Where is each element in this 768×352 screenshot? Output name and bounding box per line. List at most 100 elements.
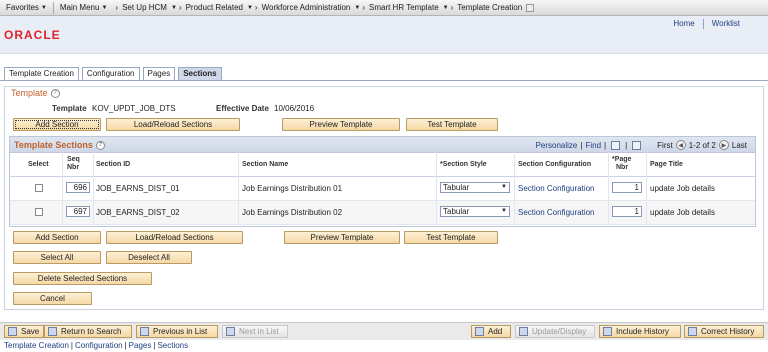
- previous-in-list-label: Previous in List: [153, 327, 208, 336]
- breadcrumb-template-creation[interactable]: Template Creation: [455, 3, 524, 12]
- main-menu[interactable]: Main Menu ▼: [54, 3, 114, 12]
- page-nbr-input[interactable]: 1: [612, 206, 642, 217]
- update-icon: [519, 327, 528, 336]
- last-label[interactable]: Last: [732, 141, 747, 150]
- return-to-search-label: Return to Search: [61, 327, 122, 336]
- save-icon: [8, 327, 17, 336]
- col-select: Select: [28, 161, 49, 168]
- correct-history-label: Correct History: [701, 327, 755, 336]
- find-link[interactable]: Find: [585, 141, 601, 150]
- add-section-button-top[interactable]: Add Section: [13, 118, 101, 131]
- breadcrumb-setup-hcm[interactable]: Set Up HCM: [120, 3, 169, 12]
- favorites-menu[interactable]: Favorites ▼: [0, 3, 53, 12]
- add-button[interactable]: Add: [471, 325, 511, 338]
- help-icon[interactable]: ?: [95, 140, 105, 150]
- chevron-down-icon: ▼: [501, 184, 507, 190]
- effective-date-label: Effective Date: [216, 104, 269, 113]
- col-page: *Page: [612, 156, 632, 163]
- new-window-icon[interactable]: [526, 3, 535, 12]
- save-button[interactable]: Save: [4, 325, 45, 338]
- previous-icon: [140, 327, 149, 336]
- page-nbr-input[interactable]: 1: [612, 182, 642, 193]
- column-divider: [93, 152, 94, 225]
- footer-links: Template Creation | Configuration | Pages | Se…: [4, 341, 188, 350]
- tab-template-creation[interactable]: Template Creation: [4, 67, 79, 80]
- worklist-link[interactable]: Worklist: [704, 19, 748, 29]
- row-select-checkbox[interactable]: [35, 208, 43, 216]
- col-section-style: *Section Style: [440, 161, 487, 168]
- history-icon: [603, 327, 612, 336]
- personalize-link[interactable]: Personalize: [536, 141, 578, 150]
- next-in-list-label: Next in List: [239, 327, 279, 336]
- chevron-down-icon: ▼: [101, 4, 108, 11]
- cancel-button[interactable]: Cancel: [13, 292, 92, 305]
- template-label: Template: [52, 104, 87, 113]
- help-icon[interactable]: ?: [50, 88, 60, 98]
- tab-pages[interactable]: Pages: [142, 67, 176, 80]
- col-section-id: Section ID: [96, 161, 131, 168]
- breadcrumb-product-related[interactable]: Product Related: [184, 3, 245, 12]
- return-to-search-button[interactable]: Return to Search: [44, 325, 132, 338]
- template-group-title: Template ?: [11, 88, 60, 98]
- footer-link-sections[interactable]: Sections: [157, 341, 188, 350]
- grid-navigation: Personalize | Find | | First ◀ 1-2 of 2 …: [536, 140, 747, 150]
- chevron-down-icon: ▼: [354, 4, 361, 11]
- tab-configuration[interactable]: Configuration: [81, 67, 140, 80]
- deselect-all-button[interactable]: Deselect All: [106, 251, 192, 264]
- favorites-label: Favorites: [6, 3, 39, 12]
- header-links: Home Worklist: [665, 19, 748, 29]
- breadcrumb-workforce-admin[interactable]: Workforce Administration: [260, 3, 353, 12]
- footer-link-pages[interactable]: Pages: [129, 341, 152, 350]
- next-in-list-button[interactable]: Next in List: [222, 325, 288, 338]
- load-reload-sections-button-bottom[interactable]: Load/Reload Sections: [106, 231, 243, 244]
- preview-template-button-top[interactable]: Preview Template: [282, 118, 400, 131]
- footer-link-configuration[interactable]: Configuration: [75, 341, 123, 350]
- correct-history-icon: [688, 327, 697, 336]
- select-all-button[interactable]: Select All: [13, 251, 101, 264]
- next-arrow-icon[interactable]: ▶: [718, 140, 729, 150]
- breadcrumb-smart-hr-template[interactable]: Smart HR Template: [367, 3, 441, 12]
- separator: |: [625, 140, 628, 150]
- grid-title: Template Sections ?: [14, 140, 105, 150]
- tab-sections[interactable]: Sections: [178, 67, 222, 80]
- include-history-button[interactable]: Include History: [599, 325, 681, 338]
- tab-underline: [0, 80, 768, 81]
- main-menu-label: Main Menu: [59, 3, 100, 12]
- separator: |: [153, 341, 156, 350]
- grid-header-bar: Template Sections ? Personalize | Find |…: [10, 137, 755, 153]
- row-select-checkbox[interactable]: [35, 184, 43, 192]
- next-icon: [226, 327, 235, 336]
- preview-template-button-bottom[interactable]: Preview Template: [284, 231, 400, 244]
- footer-link-template-creation[interactable]: Template Creation: [4, 341, 69, 350]
- previous-arrow-icon[interactable]: ◀: [675, 140, 686, 150]
- view-all-icon[interactable]: [611, 140, 621, 150]
- chevron-down-icon: ▼: [246, 4, 253, 11]
- download-icon[interactable]: [632, 140, 642, 150]
- col-seq: Seq: [67, 156, 80, 163]
- first-label[interactable]: First: [657, 141, 673, 150]
- col-page-nbr: Nbr: [616, 164, 629, 171]
- delete-selected-sections-button[interactable]: Delete Selected Sections: [13, 272, 152, 285]
- section-configuration-link[interactable]: Section Configuration: [518, 184, 595, 193]
- seq-nbr-input[interactable]: 697: [66, 206, 90, 217]
- section-style-select[interactable]: Tabular ▼: [440, 182, 510, 193]
- section-configuration-link[interactable]: Section Configuration: [518, 208, 595, 217]
- test-template-button-top[interactable]: Test Template: [406, 118, 498, 131]
- col-nbr: Nbr: [67, 164, 80, 171]
- load-reload-sections-button-top[interactable]: Load/Reload Sections: [106, 118, 240, 131]
- col-section-configuration: Section Configuration: [518, 161, 592, 168]
- page-tabs: Template Creation Configuration Pages Se…: [4, 67, 225, 80]
- bottom-toolbar: Save Return to Search Previous in List N…: [0, 322, 768, 340]
- add-section-button-bottom[interactable]: Add Section: [13, 231, 101, 244]
- section-style-select[interactable]: Tabular ▼: [440, 206, 510, 217]
- test-template-button-bottom[interactable]: Test Template: [404, 231, 498, 244]
- update-display-button[interactable]: Update/Display: [515, 325, 595, 338]
- home-link[interactable]: Home: [665, 19, 702, 29]
- separator: |: [70, 341, 73, 350]
- column-divider: [238, 152, 239, 225]
- previous-in-list-button[interactable]: Previous in List: [136, 325, 218, 338]
- seq-nbr-input[interactable]: 696: [66, 182, 90, 193]
- correct-history-button[interactable]: Correct History: [684, 325, 764, 338]
- breadcrumb-arrow-icon: ›: [362, 3, 365, 12]
- column-divider: [514, 152, 515, 225]
